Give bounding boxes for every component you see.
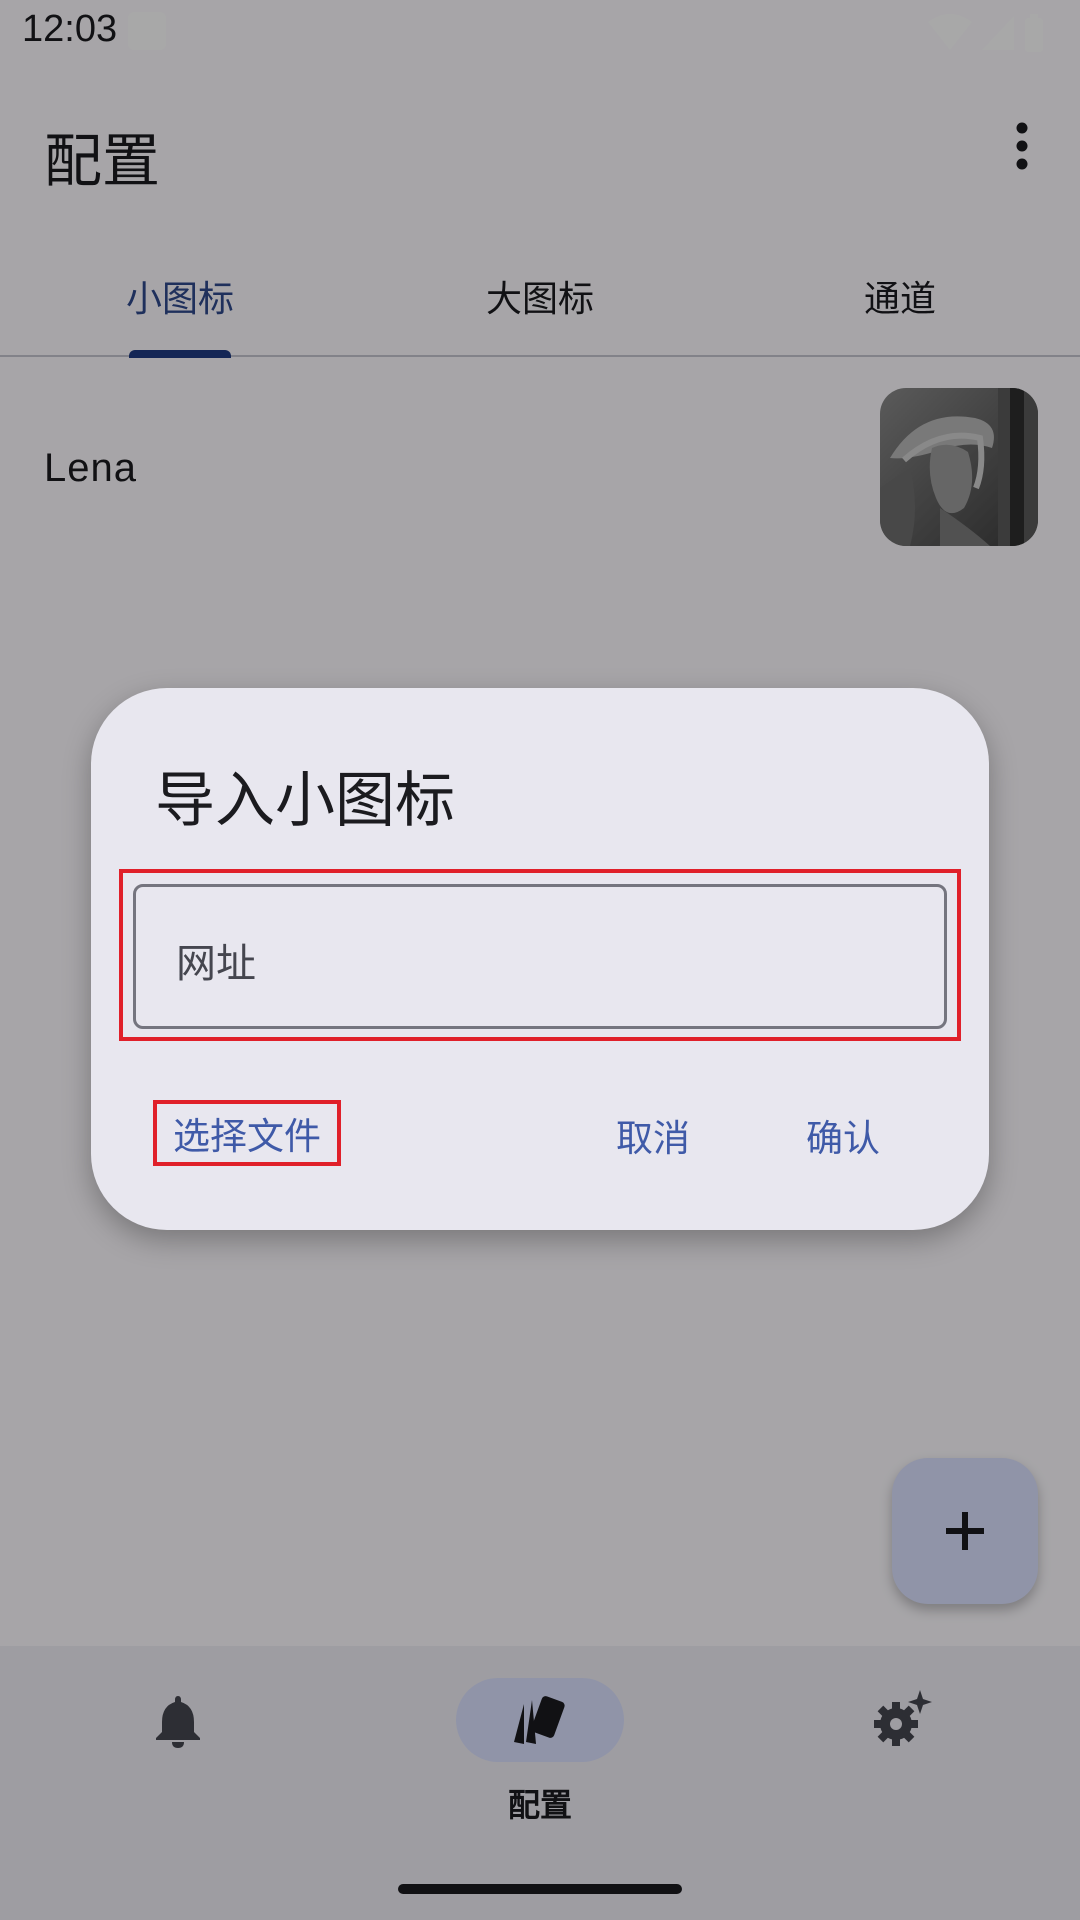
choose-file-button[interactable]: 选择文件	[153, 1100, 341, 1166]
dialog-title: 导入小图标	[155, 766, 455, 836]
app-screen: 12:03 配置 小图标 大图标 通道 Lena 配置 导入小图标 网址 选择文…	[0, 0, 1080, 1920]
url-input-placeholder: 网址	[176, 941, 256, 987]
confirm-button[interactable]: 确认	[806, 1108, 880, 1162]
cancel-button[interactable]: 取消	[616, 1108, 690, 1162]
import-small-icon-dialog: 导入小图标 网址 选择文件 取消 确认	[91, 688, 989, 1230]
url-input[interactable]: 网址	[133, 884, 947, 1029]
